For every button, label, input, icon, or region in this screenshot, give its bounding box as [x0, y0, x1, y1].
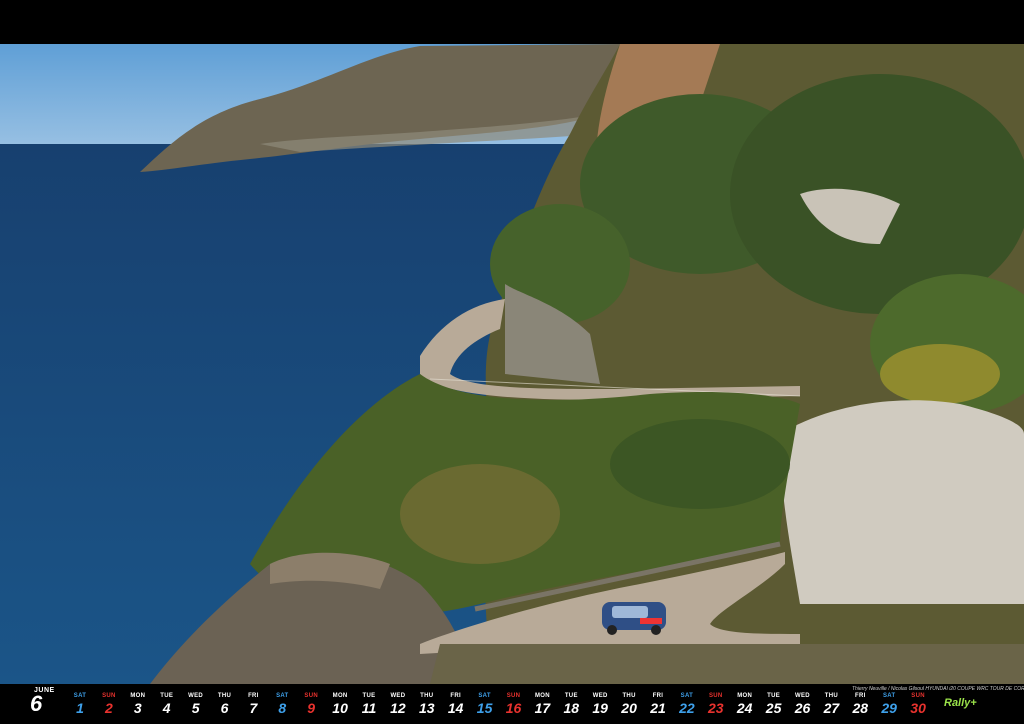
- day-number: 19: [592, 700, 608, 716]
- day-number: 22: [679, 700, 695, 716]
- day-of-week: TUE: [767, 693, 781, 699]
- day-cell: WED 12: [384, 692, 412, 716]
- day-number: 17: [534, 700, 551, 716]
- day-cell: MON 17: [528, 692, 556, 716]
- day-number: 12: [390, 700, 406, 716]
- day-cell: SAT 22: [673, 692, 701, 716]
- day-cell: WED 5: [182, 692, 210, 716]
- day-cell: TUE 11: [355, 692, 383, 716]
- day-of-week: THU: [217, 693, 232, 699]
- day-cell: MON 3: [124, 692, 152, 716]
- day-number: 10: [332, 700, 348, 716]
- day-number: 2: [104, 700, 113, 716]
- day-number: 13: [419, 700, 435, 716]
- day-number: 24: [736, 700, 753, 716]
- day-cell: SUN 23: [702, 692, 730, 716]
- day-of-week: MON: [534, 693, 550, 699]
- day-cell: MON 24: [731, 692, 759, 716]
- day-of-week: SUN: [304, 693, 318, 699]
- day-cell: FRI 14: [442, 692, 470, 716]
- photo-caption: Thierry Neuville / Nicolas Gilsoul HYUND…: [852, 686, 1024, 692]
- day-number: 6: [220, 700, 229, 716]
- day-cell: SUN 16: [500, 692, 528, 716]
- day-number: 20: [621, 700, 637, 716]
- day-number: 28: [852, 700, 869, 716]
- day-of-week: SUN: [506, 693, 521, 699]
- day-number: 7: [249, 700, 258, 716]
- day-cell: SUN 30: [904, 692, 932, 716]
- month-number: 6: [30, 691, 43, 716]
- day-cell: THU 20: [615, 692, 643, 716]
- day-of-week: THU: [824, 693, 838, 699]
- rally-photo: [0, 44, 1024, 684]
- day-cell: FRI 7: [239, 692, 267, 716]
- day-number: 11: [361, 700, 377, 716]
- day-number: 8: [278, 700, 287, 716]
- day-cell: MON 10: [326, 692, 354, 716]
- day-of-week: WED: [390, 693, 406, 699]
- day-number: 16: [505, 700, 522, 716]
- day-cell: TUE 18: [557, 692, 585, 716]
- day-cell: SAT 29: [875, 692, 903, 716]
- day-of-week: FRI: [652, 693, 664, 699]
- day-number: 23: [708, 700, 724, 716]
- day-of-week: SAT: [276, 693, 289, 699]
- day-cell: WED 19: [586, 692, 614, 716]
- day-cell: TUE 25: [760, 692, 788, 716]
- day-of-week: MON: [130, 693, 146, 699]
- coastal-road-illustration: [0, 44, 1024, 684]
- day-of-week: WED: [795, 693, 810, 699]
- day-number: 30: [910, 700, 926, 716]
- day-number: 14: [447, 700, 464, 716]
- day-number: 18: [563, 700, 580, 716]
- day-cell: SUN 9: [297, 692, 325, 716]
- day-number: 3: [133, 700, 142, 716]
- day-cell: TUE 4: [153, 692, 181, 716]
- day-of-week: FRI: [248, 693, 259, 699]
- day-cell: THU 6: [211, 692, 239, 716]
- day-of-week: THU: [420, 693, 434, 699]
- day-of-week: TUE: [160, 693, 174, 699]
- day-of-week: TUE: [362, 693, 376, 699]
- day-of-week: FRI: [855, 693, 866, 699]
- day-of-week: SUN: [102, 693, 116, 699]
- day-of-week: FRI: [450, 693, 461, 699]
- day-number: 5: [191, 700, 200, 716]
- day-cell: FRI 21: [644, 692, 672, 716]
- day-of-week: SAT: [478, 693, 491, 699]
- day-number: 25: [765, 700, 782, 716]
- top-black-band: [0, 0, 1024, 44]
- day-of-week: THU: [622, 693, 636, 699]
- rally-plus-logo: Rally+: [944, 697, 977, 709]
- day-number: 27: [823, 700, 840, 716]
- day-cell: WED 26: [789, 692, 817, 716]
- day-number: 26: [794, 700, 811, 716]
- day-list: SAT 1 SUN 2 MON 3 TUE 4 WED 5 THU 6 FRI 7 SAT 8 SUN 9 MON 1…: [66, 692, 934, 718]
- day-of-week: WED: [188, 693, 204, 699]
- day-number: 1: [76, 700, 84, 716]
- day-number: 21: [650, 700, 666, 716]
- day-of-week: SUN: [911, 693, 925, 699]
- day-number: 15: [476, 700, 493, 716]
- day-number: 4: [162, 700, 171, 716]
- day-of-week: MON: [737, 693, 753, 699]
- day-cell: THU 27: [817, 692, 845, 716]
- day-cell: SUN 2: [95, 692, 123, 716]
- day-of-week: TUE: [564, 693, 578, 699]
- day-cell: THU 13: [413, 692, 441, 716]
- day-cell: SAT 8: [268, 692, 296, 716]
- day-cell: SAT 15: [471, 692, 499, 716]
- day-of-week: SAT: [73, 693, 87, 699]
- day-of-week: SAT: [882, 693, 896, 699]
- day-cell: FRI 28: [846, 692, 874, 716]
- day-number: 9: [307, 700, 316, 716]
- day-number: 29: [881, 700, 897, 716]
- day-of-week: WED: [592, 693, 608, 699]
- day-of-week: MON: [332, 693, 348, 699]
- day-cell: SAT 1: [66, 692, 94, 716]
- day-of-week: SAT: [680, 693, 694, 699]
- day-of-week: SUN: [709, 693, 723, 699]
